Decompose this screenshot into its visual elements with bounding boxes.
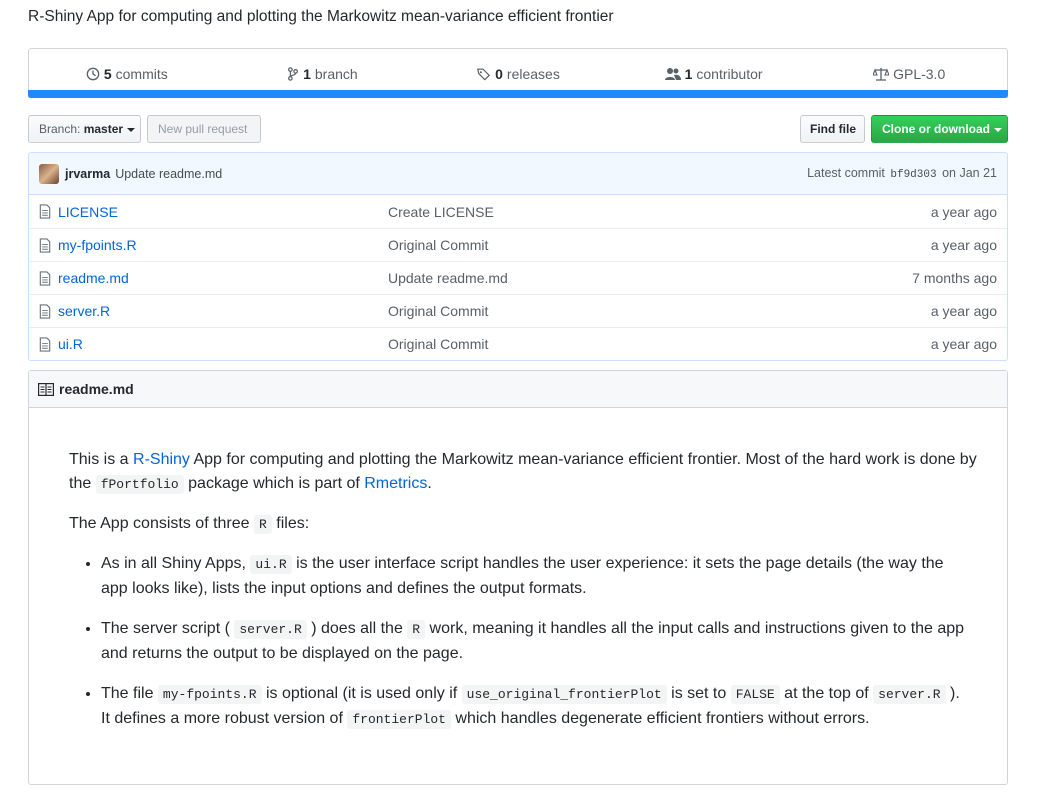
commits-count: 5	[103, 65, 112, 82]
text: files:	[271, 515, 310, 532]
commits-label: commits	[115, 65, 168, 82]
file-age: a year ago	[930, 237, 997, 253]
text: The server script (	[101, 620, 235, 637]
license-label: GPL-3.0	[893, 65, 946, 82]
inline-code: fPortfolio	[95, 475, 184, 494]
file-icon	[39, 237, 53, 253]
file-name[interactable]: LICENSE	[58, 204, 388, 220]
text: .	[427, 475, 432, 492]
readme-title: readme.md	[59, 381, 134, 397]
r-shiny-link[interactable]: R-Shiny	[133, 451, 190, 468]
rmetrics-link[interactable]: Rmetrics	[364, 475, 427, 492]
avatar[interactable]	[39, 163, 59, 184]
inline-code: my-fpoints.R	[157, 685, 262, 704]
chevron-down-icon	[994, 127, 1002, 132]
clone-download-label: Clone or download	[882, 122, 990, 136]
text: As in all Shiny Apps,	[101, 555, 251, 572]
branch-count: 1	[303, 65, 311, 82]
latest-commit-label: Latest commit	[807, 166, 885, 180]
file-age: a year ago	[930, 336, 997, 352]
readme-paragraph: This is a R-Shiny App for computing and …	[69, 448, 979, 497]
find-file-button[interactable]: Find file	[800, 115, 865, 143]
list-item: The file my-fpoints.R is optional (it is…	[101, 682, 969, 732]
inline-code: ui.R	[250, 555, 292, 574]
text: is optional (it is used only if	[261, 685, 462, 702]
releases-label: releases	[506, 65, 560, 82]
text: at the top of	[779, 685, 874, 702]
latest-commit-info: Latest commit bf9d303 on Jan 21	[807, 166, 997, 181]
text: package which is part of	[183, 475, 365, 492]
file-row: readme.md Update readme.md 7 months ago	[29, 261, 1007, 294]
file-name[interactable]: my-fpoints.R	[58, 237, 388, 253]
readme-list: As in all Shiny Apps, ui.R is the user i…	[69, 552, 969, 748]
file-icon	[39, 336, 53, 352]
repo-description: R-Shiny App for computing and plotting t…	[28, 8, 614, 25]
language-bar[interactable]	[28, 90, 1008, 98]
file-icon	[39, 303, 53, 319]
text: This is a	[69, 451, 134, 468]
inline-code: R	[254, 515, 272, 534]
file-commit-message[interactable]: Original Commit	[388, 237, 931, 253]
inline-code: server.R	[873, 685, 946, 704]
file-list: LICENSE Create LICENSE a year ago my-fpo…	[28, 195, 1008, 361]
file-row: server.R Original Commit a year ago	[29, 294, 1007, 327]
file-name[interactable]: readme.md	[58, 270, 388, 286]
file-icon	[39, 270, 53, 286]
text: which handles degenerate efficient front…	[450, 710, 870, 727]
file-age: 7 months ago	[912, 270, 997, 286]
file-row: ui.R Original Commit a year ago	[29, 327, 1007, 360]
file-age: a year ago	[930, 203, 997, 220]
contributor-label: contributor	[696, 65, 763, 82]
inline-code: server.R	[234, 620, 307, 639]
chevron-down-icon	[127, 127, 136, 132]
readme-panel: readme.md This is a R-Shiny App for comp…	[28, 370, 1008, 785]
file-commit-message[interactable]: Create LICENSE	[388, 204, 931, 220]
list-item: As in all Shiny Apps, ui.R is the user i…	[101, 552, 969, 601]
file-row: my-fpoints.R Original Commit a year ago	[29, 228, 1007, 261]
inline-code: frontierPlot	[347, 710, 451, 729]
branch-select-value: master	[83, 122, 124, 136]
commit-message[interactable]: Update readme.md	[115, 167, 222, 181]
book-icon	[38, 382, 54, 396]
list-item: The server script ( server.R ) does all …	[101, 617, 969, 666]
text: The file	[101, 685, 158, 702]
file-row: LICENSE Create LICENSE a year ago	[29, 195, 1007, 228]
commit-author[interactable]: jrvarma	[65, 167, 110, 181]
contributor-count: 1	[684, 65, 693, 82]
law-icon	[873, 67, 890, 81]
tag-icon	[477, 68, 491, 81]
file-name[interactable]: server.R	[58, 303, 388, 319]
people-icon	[664, 67, 681, 80]
clone-download-button[interactable]: Clone or download	[871, 115, 1008, 143]
text: is set to	[666, 685, 731, 702]
inline-code: use_original_frontierPlot	[461, 685, 667, 704]
releases-count: 0	[495, 65, 503, 82]
commit-sha[interactable]: bf9d303	[890, 169, 936, 181]
file-commit-message[interactable]: Update readme.md	[388, 270, 912, 286]
file-commit-message[interactable]: Original Commit	[388, 336, 931, 352]
branch-icon	[288, 66, 299, 81]
readme-header: readme.md	[29, 371, 1007, 408]
file-commit-message[interactable]: Original Commit	[388, 303, 931, 319]
file-age: a year ago	[930, 303, 997, 319]
inline-code: R	[407, 620, 426, 639]
text: The App consists of three	[69, 515, 254, 532]
text: ) does all the	[306, 620, 408, 637]
branch-select-button[interactable]: Branch: master	[28, 115, 141, 143]
latest-commit-bar: jrvarma Update readme.md Latest commit b…	[28, 152, 1008, 195]
file-name[interactable]: ui.R	[58, 336, 388, 352]
new-pull-request-button[interactable]: New pull request	[147, 115, 261, 143]
inline-code: FALSE	[730, 685, 780, 704]
branch-label: branch	[314, 65, 358, 82]
commit-date: on Jan 21	[942, 166, 997, 180]
branch-select-label: Branch:	[39, 122, 81, 136]
file-icon	[39, 204, 53, 219]
history-icon	[86, 67, 100, 80]
readme-paragraph: The App consists of three R files:	[69, 512, 979, 537]
